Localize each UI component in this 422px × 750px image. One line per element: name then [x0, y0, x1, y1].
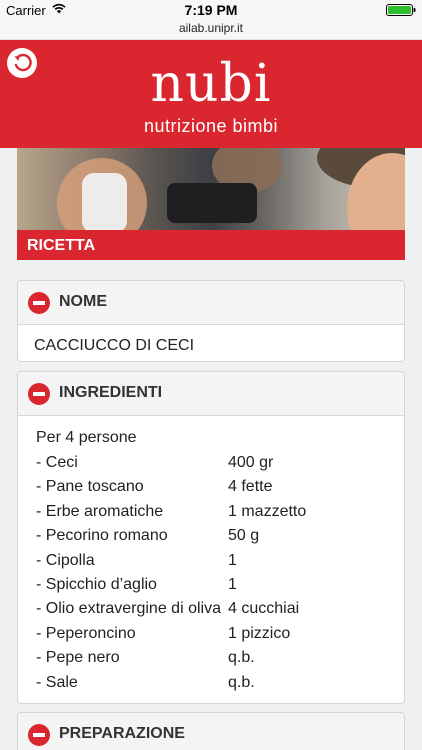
- recipe-name: CACCIUCCO DI CECI: [34, 337, 195, 354]
- servings-text: Per 4 persone: [36, 429, 137, 446]
- clock-time: 7:19 PM: [184, 2, 238, 18]
- ingredienti-panel: INGREDIENTI Per 4 persone - Ceci 400 gr -…: [17, 371, 405, 704]
- url-text: ailab.unipr.it: [178, 21, 244, 35]
- ingredienti-panel-header[interactable]: INGREDIENTI: [18, 372, 404, 416]
- logo-title: nubi: [150, 54, 272, 114]
- collapse-icon[interactable]: [28, 383, 50, 405]
- preparazione-panel-header[interactable]: PREPARAZIONE: [18, 713, 404, 750]
- ingredient-name: - Spicchio d’aglio: [36, 575, 157, 593]
- ingredient-qty: 1 mazzetto: [228, 502, 307, 520]
- ingredient-name: - Pecorino romano: [36, 527, 168, 545]
- nome-panel-header[interactable]: NOME: [18, 281, 404, 325]
- ingredient-qty: q.b.: [228, 673, 255, 691]
- status-bar: Carrier 7:19 PM: [0, 0, 422, 20]
- ingredient-row: - Pane toscano 4 fette: [34, 475, 388, 499]
- app-header: nubi nutrizione bimbi: [0, 40, 422, 148]
- ingredient-row: - Sale q.b.: [34, 671, 388, 695]
- ingredient-name: - Ceci: [36, 454, 78, 471]
- collapse-icon[interactable]: [28, 724, 50, 746]
- ingredient-row: - Ceci 400 gr: [34, 451, 388, 475]
- ingredient-name: - Olio extravergine di oliva: [36, 600, 221, 618]
- ingredient-list: - Ceci 400 gr - Pane toscano 4 fette - Erb…: [34, 451, 388, 695]
- ingredient-row: - Peperoncino 1 pizzico: [34, 622, 388, 646]
- ingredient-name: - Sale: [36, 673, 78, 691]
- ingredient-name: - Cipolla: [36, 551, 95, 569]
- ingredient-qty: 50 g: [228, 527, 260, 545]
- ingredient-qty: 1: [228, 551, 237, 569]
- ingredient-name: - Peperoncino: [36, 624, 136, 642]
- ingredient-name: - Pane toscano: [36, 478, 144, 496]
- ingredient-qty: 1 pizzico: [228, 624, 291, 642]
- ingredient-name: - Erbe aromatiche: [36, 502, 164, 520]
- battery-icon: [386, 4, 416, 16]
- ingredient-qty: 1: [228, 575, 237, 593]
- url-bar[interactable]: ailab.unipr.it: [0, 20, 422, 40]
- preparazione-panel: PREPARAZIONE: [17, 712, 405, 750]
- ingredient-qty: 4 cucchiai: [228, 600, 300, 618]
- preparazione-title: PREPARAZIONE: [59, 725, 185, 742]
- ingredient-row: - Pepe nero q.b.: [34, 646, 388, 670]
- ingredient-row: - Spicchio d’aglio 1: [34, 573, 388, 597]
- ingredient-name: - Pepe nero: [36, 649, 120, 667]
- ingredient-row: - Pecorino romano 50 g: [34, 524, 388, 548]
- ingredient-row: - Erbe aromatiche 1 mazzetto: [34, 500, 388, 524]
- nome-body: CACCIUCCO DI CECI: [18, 325, 404, 361]
- banner-photo: [17, 148, 405, 230]
- ingredient-qty: 400 gr: [228, 454, 274, 471]
- logo-subtitle: nutrizione bimbi: [143, 116, 279, 136]
- collapse-icon[interactable]: [28, 292, 50, 314]
- ingredienti-title: INGREDIENTI: [59, 384, 163, 401]
- nome-title: NOME: [59, 293, 107, 310]
- nome-panel: NOME CACCIUCCO DI CECI: [17, 280, 405, 362]
- ingredient-qty: q.b.: [228, 649, 255, 667]
- ingredient-row: - Olio extravergine di oliva 4 cucchiai: [34, 597, 388, 621]
- ingredient-qty: 4 fette: [228, 478, 273, 496]
- section-title: RICETTA: [17, 230, 405, 260]
- ingredienti-body: Per 4 persone - Ceci 400 gr - Pane toscan…: [18, 416, 404, 703]
- ingredient-row: - Cipolla 1: [34, 549, 388, 573]
